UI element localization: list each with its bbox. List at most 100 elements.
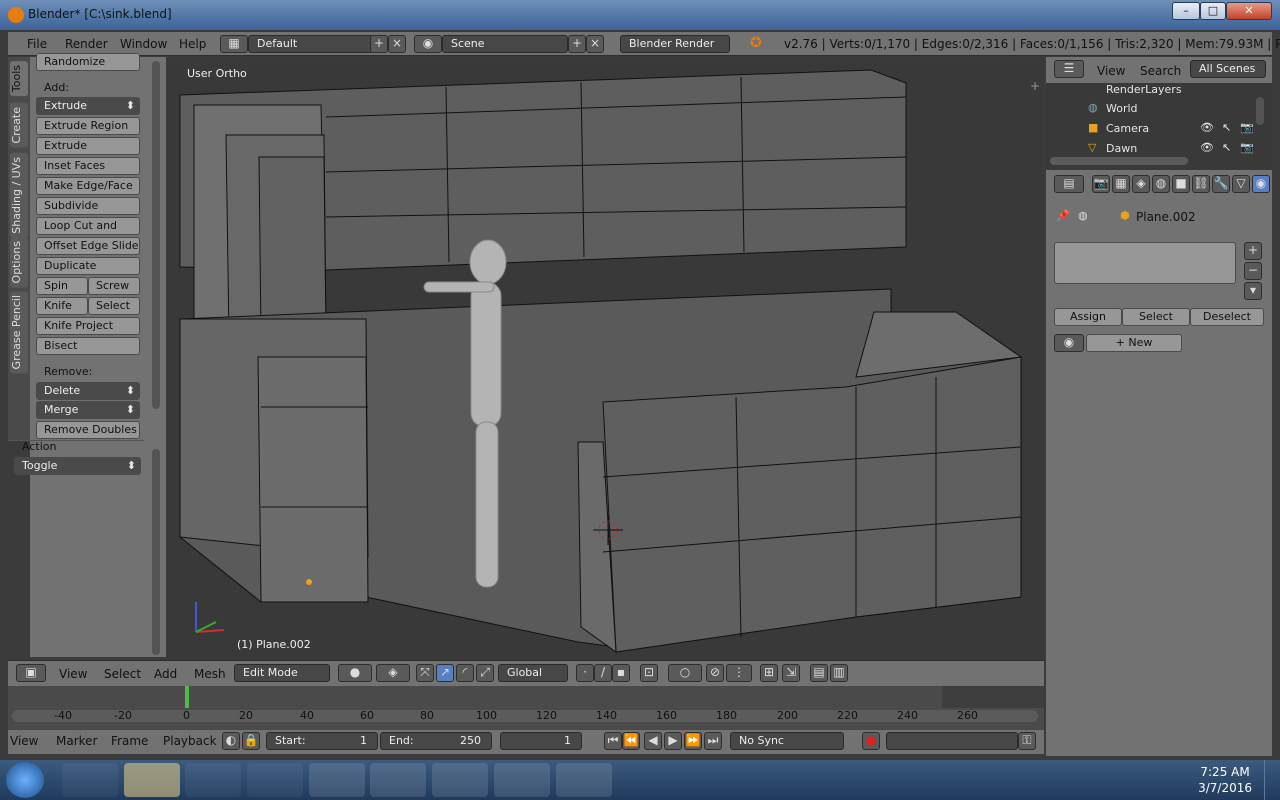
action-scrollbar[interactable] <box>152 449 160 655</box>
add-layout-icon[interactable]: + <box>370 35 388 53</box>
slot-menu-icon[interactable]: ▾ <box>1244 282 1262 300</box>
bisect-button[interactable]: Bisect <box>36 337 140 355</box>
render-image-icon[interactable]: ▤ <box>810 664 828 682</box>
delete-dropdown[interactable]: Delete ⬍ <box>36 382 140 400</box>
data-tab-icon[interactable]: ▽ <box>1232 175 1250 193</box>
world-tab-icon[interactable]: ◍ <box>1152 175 1170 193</box>
new-material-button[interactable]: + New <box>1086 334 1182 352</box>
toolshelf-scrollbar[interactable] <box>152 61 160 409</box>
menu-add[interactable]: Add <box>154 667 177 681</box>
insert-keyframe-icon[interactable]: ⚿ <box>1018 732 1036 750</box>
snap-rotation-icon[interactable]: ⇲ <box>782 664 800 682</box>
rotate-manipulator-icon[interactable]: ◜ <box>456 664 474 682</box>
knife-button[interactable]: Knife <box>36 297 88 315</box>
maximize-button[interactable]: □ <box>1200 2 1226 20</box>
play-reverse-icon[interactable]: ◀ <box>644 732 662 750</box>
menu-view[interactable]: View <box>59 667 87 681</box>
knife-select-button[interactable]: Select <box>88 297 140 315</box>
editor-type-icon[interactable]: ▣ <box>16 664 46 682</box>
subdivide-button[interactable]: Subdivide <box>36 197 140 215</box>
tab-grease-pencil[interactable]: Grease Pencil <box>10 291 28 374</box>
record-icon[interactable]: ● <box>862 732 880 750</box>
material-browse-icon[interactable]: ◉ <box>1054 334 1084 352</box>
modifiers-tab-icon[interactable]: 🔧 <box>1212 175 1230 193</box>
selectability-cursor-icon[interactable]: ↖ <box>1222 141 1231 154</box>
app-red-round-icon[interactable] <box>494 763 550 797</box>
tab-shading-uvs[interactable]: Shading / UVs <box>10 153 28 238</box>
manipulator-icon[interactable]: ⤧ <box>416 664 434 682</box>
timeline[interactable]: -40 -20 0 20 40 60 80 100 120 140 160 18… <box>8 686 1044 730</box>
selectability-cursor-icon[interactable]: ↖ <box>1222 121 1231 134</box>
internet-explorer-icon[interactable] <box>62 763 118 797</box>
outliner-item-renderlayers[interactable]: RenderLayers <box>1106 83 1182 96</box>
jump-keyframe-back-icon[interactable]: ⏪ <box>622 732 640 750</box>
file-explorer-icon[interactable] <box>124 763 180 797</box>
snap-element-icon[interactable]: ⋮ <box>726 664 752 682</box>
timeline-menu-view[interactable]: View <box>10 734 38 748</box>
outliner-hscrollbar[interactable] <box>1050 157 1188 165</box>
menu-mesh[interactable]: Mesh <box>194 667 226 681</box>
outliner-item-dawn[interactable]: Dawn <box>1106 142 1137 155</box>
remove-layout-icon[interactable]: × <box>388 35 406 53</box>
offset-edge-slide-button[interactable]: Offset Edge Slide <box>36 237 140 255</box>
remove-doubles-button[interactable]: Remove Doubles <box>36 421 140 439</box>
render-animation-icon[interactable]: ▥ <box>830 664 848 682</box>
remove-slot-icon[interactable]: − <box>1244 262 1262 280</box>
close-button[interactable]: ✕ <box>1226 2 1272 20</box>
scale-manipulator-icon[interactable]: ⤢ <box>476 664 494 682</box>
object-tab-icon[interactable]: ■ <box>1172 175 1190 193</box>
toggle-dropdown[interactable]: Toggle ⬍ <box>14 457 141 475</box>
randomize-button[interactable]: Randomize <box>36 53 140 71</box>
outliner-scrollbar[interactable] <box>1256 97 1264 125</box>
outliner-menu-search[interactable]: Search <box>1140 64 1181 78</box>
assign-button[interactable]: Assign <box>1054 308 1122 326</box>
deselect-button[interactable]: Deselect <box>1190 308 1264 326</box>
menu-file[interactable]: File <box>27 37 47 51</box>
translate-manipulator-icon[interactable]: ↗ <box>436 664 454 682</box>
scene-icon[interactable]: ◉ <box>414 35 442 53</box>
scene-tab-icon[interactable]: ◈ <box>1132 175 1150 193</box>
timeline-menu-frame[interactable]: Frame <box>111 734 148 748</box>
play-icon[interactable]: ▶ <box>664 732 682 750</box>
make-edge-face-button[interactable]: Make Edge/Face <box>36 177 140 195</box>
tab-options[interactable]: Options <box>10 237 28 288</box>
layout-field[interactable]: Default <box>248 35 374 53</box>
duplicate-button[interactable]: Duplicate <box>36 257 140 275</box>
face-select-icon[interactable]: ▪ <box>612 664 630 682</box>
screen-layout-icon[interactable]: ▦ <box>220 35 248 53</box>
proportional-edit-icon[interactable]: ○ <box>668 664 702 682</box>
timeline-menu-marker[interactable]: Marker <box>56 734 97 748</box>
jump-start-icon[interactable]: ⏮ <box>604 732 622 750</box>
add-slot-icon[interactable]: + <box>1244 242 1262 260</box>
menu-window[interactable]: Window <box>120 37 167 51</box>
system-clock[interactable]: 7:25 AM 3/7/2016 <box>1198 764 1252 796</box>
menu-render[interactable]: Render <box>65 37 108 51</box>
outliner-menu-view[interactable]: View <box>1097 64 1125 78</box>
start-frame-field[interactable]: Start: 1 <box>266 732 378 750</box>
current-frame-field[interactable]: 1 <box>500 732 582 750</box>
show-desktop-button[interactable] <box>1264 760 1276 800</box>
timeline-menu-playback[interactable]: Playback <box>163 734 217 748</box>
render-engine-dropdown[interactable]: Blender Render <box>620 35 730 53</box>
paint-icon[interactable] <box>556 763 612 797</box>
render-tab-icon[interactable]: 📷 <box>1092 175 1110 193</box>
tab-create[interactable]: Create <box>10 103 28 148</box>
orientation-dropdown[interactable]: Global <box>498 664 568 682</box>
media-player-icon[interactable] <box>185 763 241 797</box>
constraints-tab-icon[interactable]: ⛓ <box>1192 175 1210 193</box>
extrude-individual-button[interactable]: Extrude Individual <box>36 137 140 168</box>
snap-icon[interactable]: ⊘ <box>706 664 724 682</box>
menu-select[interactable]: Select <box>104 667 141 681</box>
inset-faces-button[interactable]: Inset Faces <box>36 157 140 175</box>
snap-target-icon[interactable]: ⊞ <box>760 664 778 682</box>
renderability-camera-icon[interactable]: 📷 <box>1240 141 1254 154</box>
blender-taskbar-icon[interactable] <box>370 763 426 797</box>
select-button[interactable]: Select <box>1122 308 1190 326</box>
merge-dropdown[interactable]: Merge ⬍ <box>36 401 140 419</box>
spin-button[interactable]: Spin <box>36 277 88 295</box>
keying-set-field[interactable] <box>886 732 1018 750</box>
add-scene-icon[interactable]: + <box>568 35 586 53</box>
remove-scene-icon[interactable]: × <box>586 35 604 53</box>
visibility-eye-icon[interactable]: 👁 <box>1200 141 1214 154</box>
timeline-scrollbar[interactable] <box>12 710 1038 722</box>
